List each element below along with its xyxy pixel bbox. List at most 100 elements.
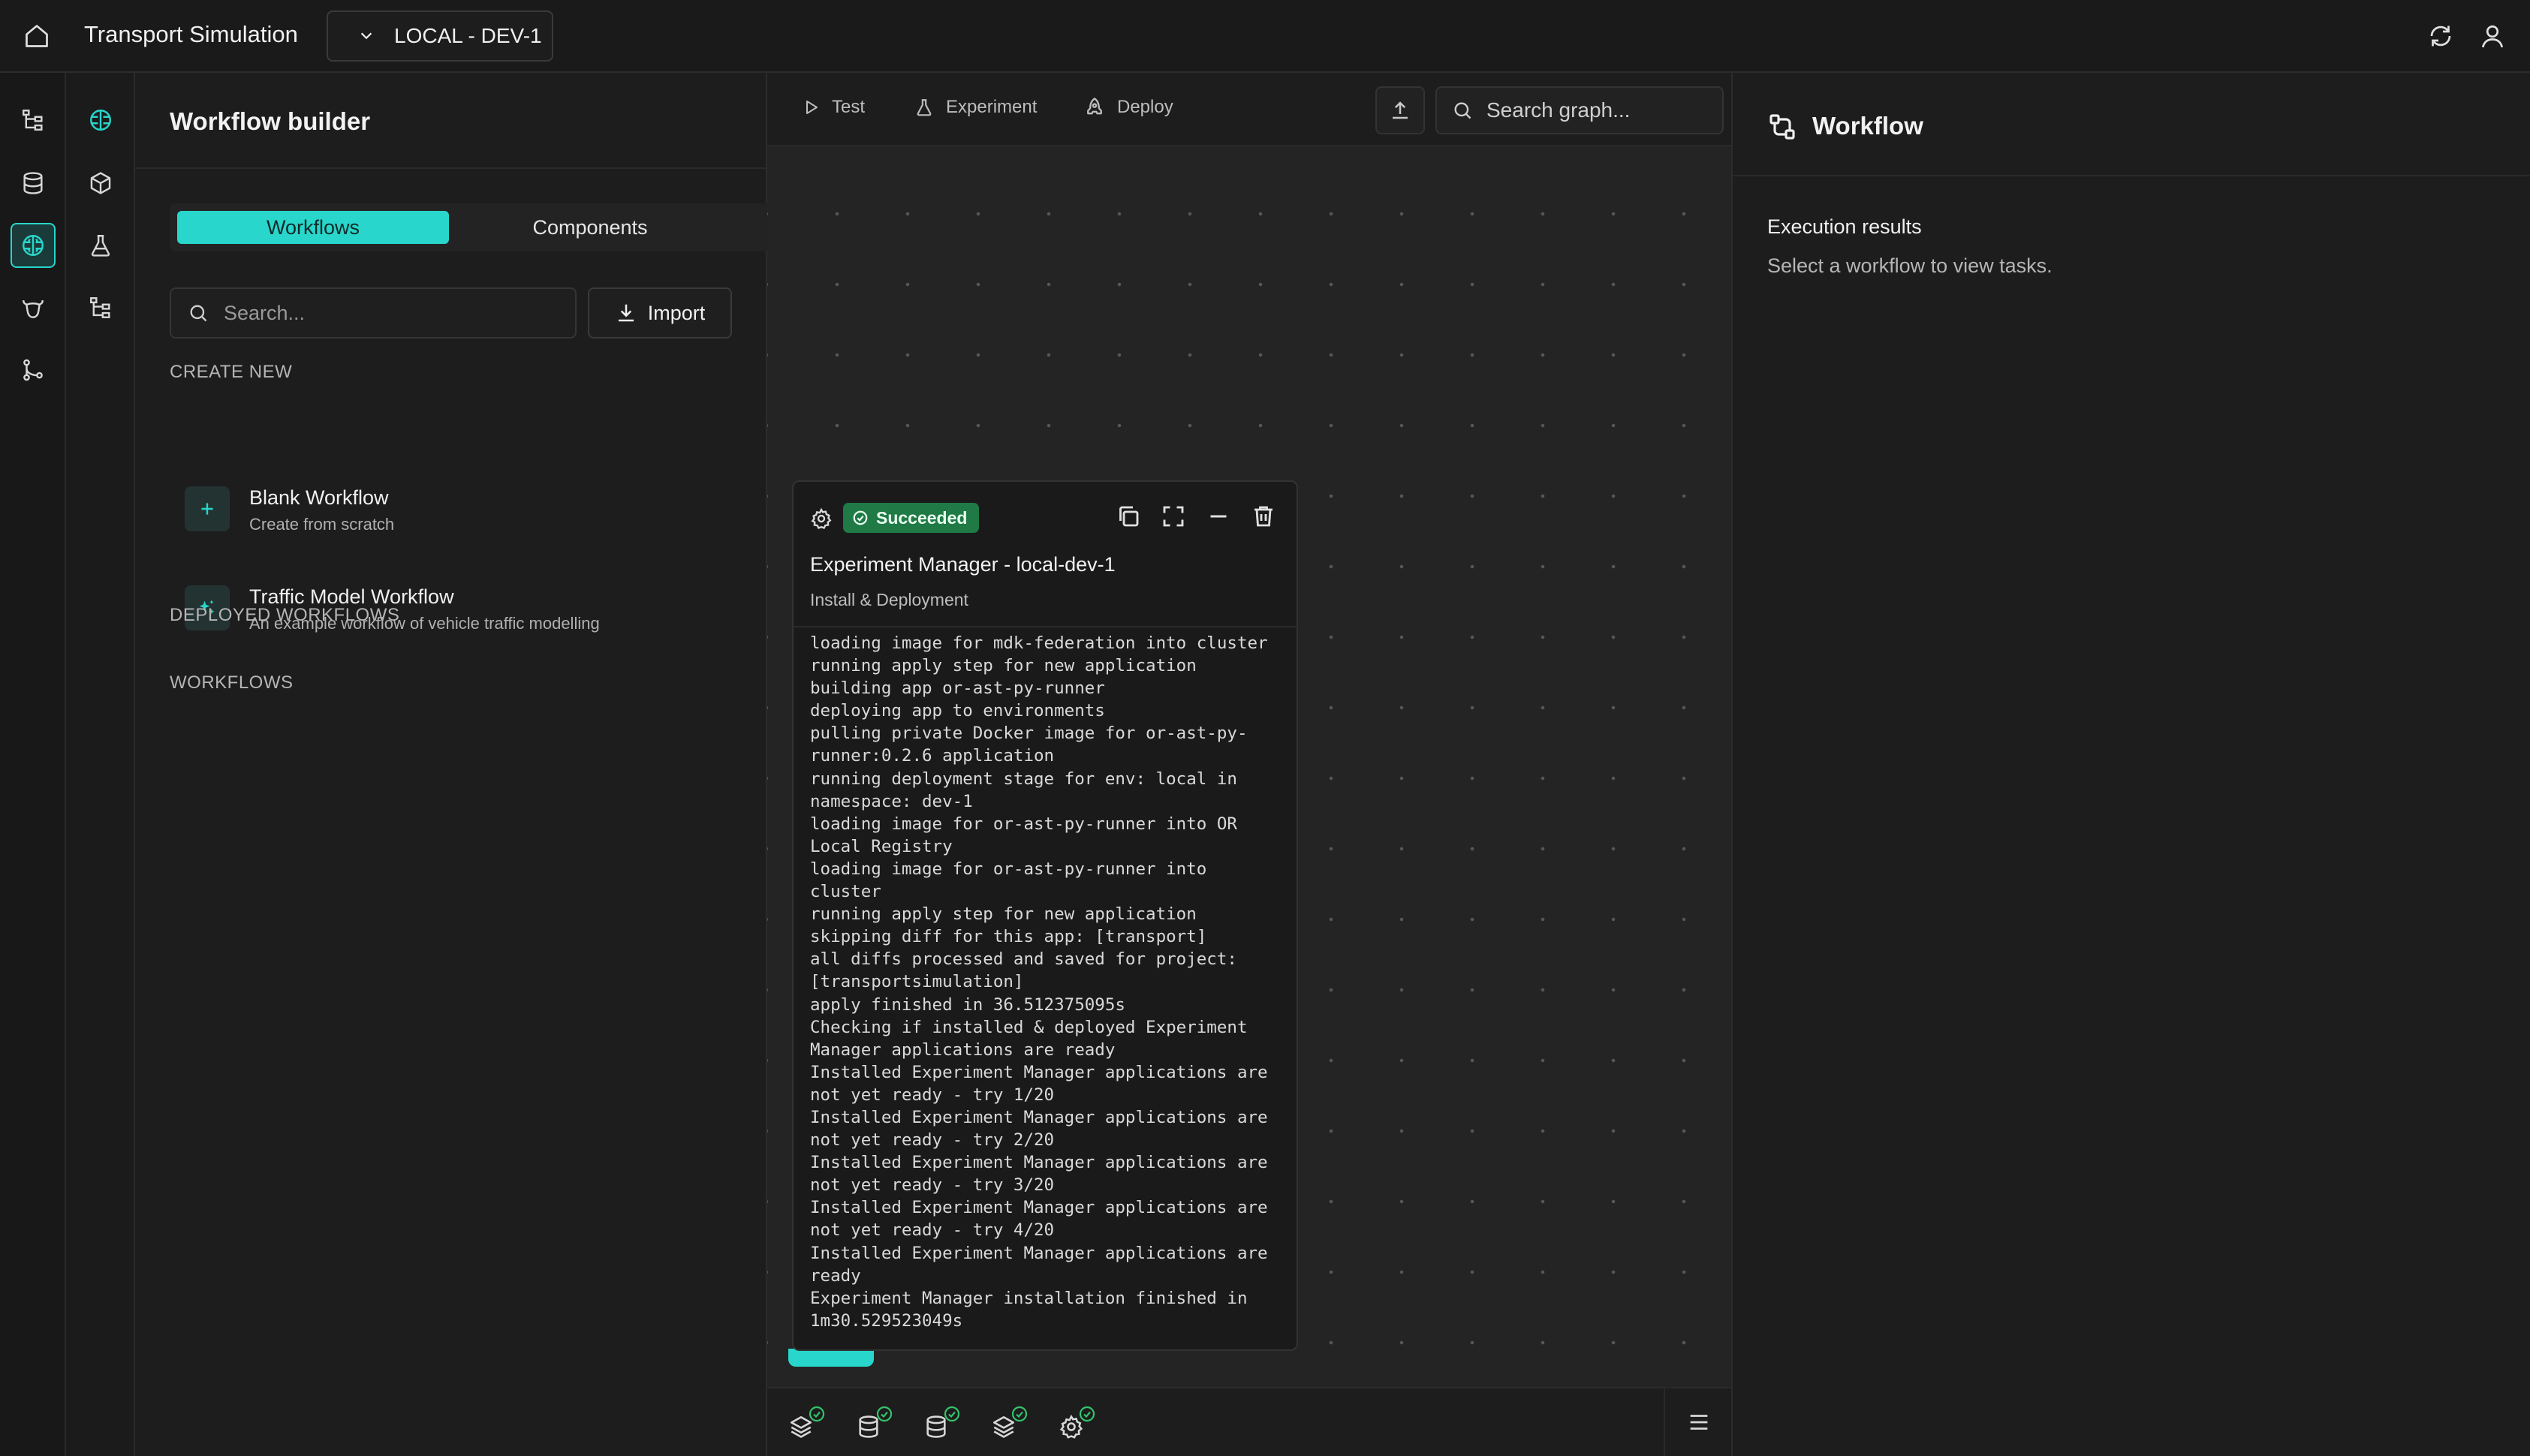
search-icon bbox=[190, 305, 207, 322]
log-line: not yet ready - try 2/20 bbox=[810, 1130, 1055, 1151]
log-line: Local Registry bbox=[810, 836, 953, 856]
status-badge: Succeeded bbox=[843, 503, 980, 533]
log-line: not yet ready - try 4/20 bbox=[810, 1220, 1055, 1241]
log-line: not yet ready - try 3/20 bbox=[810, 1175, 1055, 1196]
log-line: running apply step for new application bbox=[810, 904, 1197, 925]
workflow-icon bbox=[1767, 112, 1797, 142]
menu-button[interactable] bbox=[1664, 1388, 1733, 1456]
log-line: 1m30.529523049s bbox=[810, 1310, 963, 1331]
upload-button[interactable] bbox=[1375, 86, 1425, 134]
log-line: not yet ready - try 1/20 bbox=[810, 1084, 1055, 1105]
graph-search-input[interactable] bbox=[1485, 98, 1713, 123]
copy-icon[interactable] bbox=[1115, 503, 1142, 530]
rail-hierarchy-button[interactable] bbox=[78, 285, 123, 330]
log-line: [transportsimulation] bbox=[810, 972, 1024, 992]
environment-label: LOCAL - DEV-1 bbox=[394, 24, 542, 47]
brain-icon bbox=[90, 110, 111, 131]
cube-icon bbox=[90, 172, 111, 194]
plus-icon bbox=[185, 486, 230, 531]
log-line: namespace: dev-1 bbox=[810, 791, 973, 811]
chevron-down-icon bbox=[360, 32, 372, 40]
nav-tree-button[interactable] bbox=[11, 98, 56, 143]
log-line: loading image for mdk-federation into cl… bbox=[810, 633, 1268, 653]
canvas-toolbar: Test Experiment Deploy bbox=[767, 73, 1731, 146]
log-line: Checking if installed & deployed Experim… bbox=[810, 1017, 1248, 1037]
check-circle-icon bbox=[1079, 1406, 1095, 1422]
database-icon bbox=[23, 172, 43, 194]
workflow-node-stub[interactable] bbox=[788, 1349, 874, 1367]
log-line: deploying app to environments bbox=[810, 701, 1105, 721]
search-icon bbox=[1454, 102, 1471, 119]
workflows-label: WORKFLOWS bbox=[170, 672, 294, 693]
tab-components[interactable]: Components bbox=[458, 211, 722, 244]
status-database-1[interactable] bbox=[850, 1405, 895, 1442]
rail-experiment-button[interactable] bbox=[78, 223, 123, 268]
log-line: running deployment stage for env: local … bbox=[810, 769, 1237, 789]
log-line: cluster bbox=[810, 882, 881, 902]
import-button[interactable]: Import bbox=[588, 287, 732, 338]
log-line: loading image for or-ast-py-runner into … bbox=[810, 814, 1237, 834]
rail-components-button[interactable] bbox=[78, 161, 123, 206]
tab-workflows[interactable]: Workflows bbox=[177, 211, 449, 244]
nav-model-button[interactable] bbox=[11, 285, 56, 330]
create-item-subtitle: Create from scratch bbox=[249, 515, 395, 534]
rail-workflow-button[interactable] bbox=[78, 98, 123, 143]
check-circle-icon bbox=[944, 1406, 960, 1422]
log-line: Experiment Manager installation finished… bbox=[810, 1288, 1248, 1308]
log-line: ready bbox=[810, 1265, 861, 1286]
log-line: runner:0.2.6 application bbox=[810, 746, 1055, 766]
blank-workflow-item[interactable]: Blank Workflow Create from scratch bbox=[185, 480, 725, 548]
log-line: Installed Experiment Manager application… bbox=[810, 1198, 1268, 1218]
graph-search[interactable] bbox=[1435, 86, 1724, 134]
deployed-workflows-label: DEPLOYED WORKFLOWS bbox=[170, 605, 400, 625]
app-title: Transport Simulation bbox=[84, 21, 298, 47]
download-icon bbox=[618, 304, 634, 322]
minimize-icon[interactable] bbox=[1205, 503, 1232, 530]
check-circle-icon bbox=[853, 510, 868, 525]
experiment-button[interactable]: Experiment bbox=[914, 97, 1037, 118]
trash-icon[interactable] bbox=[1250, 503, 1277, 530]
nav-database-button[interactable] bbox=[11, 161, 56, 206]
play-icon bbox=[806, 101, 818, 114]
refresh-icon[interactable] bbox=[2427, 23, 2454, 50]
test-button[interactable]: Test bbox=[802, 97, 865, 118]
tree-icon bbox=[23, 110, 43, 131]
status-layers-2[interactable] bbox=[985, 1405, 1030, 1442]
check-circle-icon bbox=[1011, 1406, 1028, 1422]
flask-icon bbox=[917, 99, 932, 116]
status-database-2[interactable] bbox=[917, 1405, 962, 1442]
secondary-nav-rail bbox=[66, 73, 135, 1456]
test-label: Test bbox=[832, 97, 866, 117]
environment-select[interactable]: LOCAL - DEV-1 bbox=[327, 11, 553, 62]
log-line: running apply step for new application bbox=[810, 656, 1197, 676]
home-icon[interactable] bbox=[23, 23, 50, 50]
experiment-label: Experiment bbox=[946, 97, 1038, 117]
log-line: pulling private Docker image for or-ast-… bbox=[810, 723, 1248, 744]
git-branch-icon bbox=[23, 359, 43, 381]
create-new-label: CREATE NEW bbox=[170, 362, 293, 382]
menu-icon bbox=[1690, 1415, 1708, 1430]
check-circle-icon bbox=[809, 1406, 825, 1422]
card-settings-icon[interactable] bbox=[810, 507, 833, 530]
deploy-button[interactable]: Deploy bbox=[1084, 97, 1173, 118]
expand-icon[interactable] bbox=[1160, 503, 1187, 530]
log-line: all diffs processed and saved for projec… bbox=[810, 949, 1237, 970]
card-title: Experiment Manager - local-dev-1 bbox=[810, 553, 1116, 576]
right-panel-header: Workflow bbox=[1733, 73, 2530, 176]
search-input[interactable] bbox=[222, 300, 556, 326]
panel-title: Workflow builder bbox=[170, 107, 371, 135]
status-layers-1[interactable] bbox=[782, 1405, 827, 1442]
workflow-search[interactable] bbox=[170, 287, 577, 338]
nav-workflow-button[interactable] bbox=[11, 223, 56, 268]
bull-icon bbox=[23, 299, 44, 318]
status-settings[interactable] bbox=[1053, 1405, 1098, 1442]
execution-results-label: Execution results bbox=[1767, 215, 1922, 238]
workflow-builder-panel: Workflow builder Workflows Components Im… bbox=[135, 73, 866, 1456]
log-line: skipping diff for this app: [transport] bbox=[810, 927, 1207, 947]
user-icon[interactable] bbox=[2479, 23, 2506, 50]
brain-icon bbox=[23, 235, 44, 256]
log-line: Manager applications are ready bbox=[810, 1039, 1116, 1060]
log-line: Installed Experiment Manager application… bbox=[810, 1243, 1268, 1263]
nav-branch-button[interactable] bbox=[11, 347, 56, 393]
canvas-status-bar bbox=[767, 1387, 1731, 1456]
